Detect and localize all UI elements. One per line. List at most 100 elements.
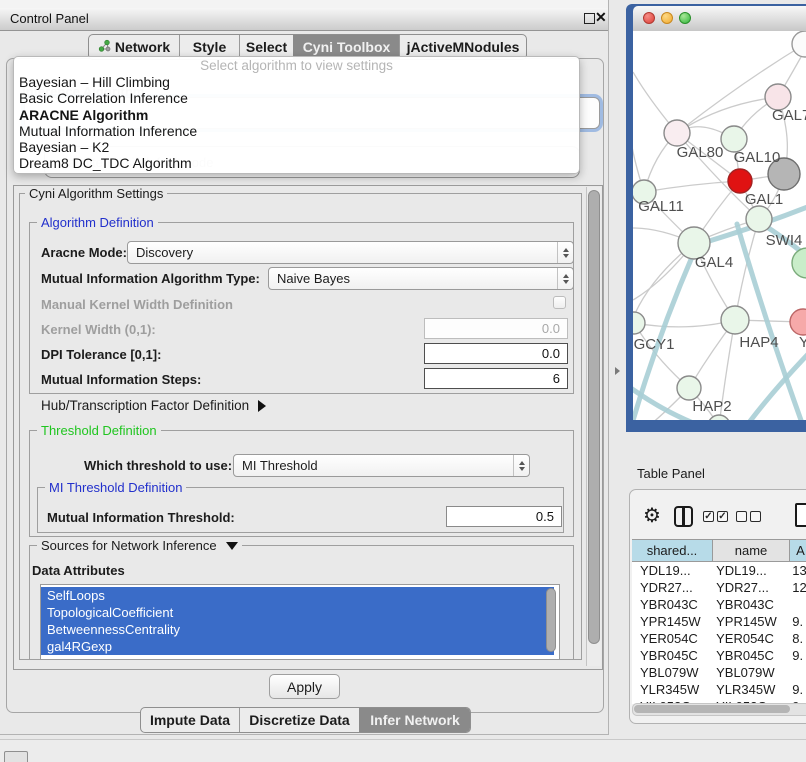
minimize-window-icon[interactable] xyxy=(661,12,673,24)
hub-section-toggle[interactable]: Hub/Transcription Factor Definition xyxy=(41,398,266,413)
table-column-header[interactable]: A xyxy=(790,539,806,562)
data-attributes-list[interactable]: SelfLoopsTopologicalCoefficientBetweenne… xyxy=(40,584,560,660)
table-column-header[interactable]: shared... xyxy=(632,539,713,562)
mit-label: Mutual Information Threshold: xyxy=(47,510,235,525)
checked-box-icon-2[interactable]: ✓ xyxy=(717,511,728,522)
algorithm-popup-item[interactable]: Dream8 DC_TDC Algorithm xyxy=(14,155,579,171)
algorithm-popup-items: Bayesian – Hill ClimbingBasic Correlatio… xyxy=(14,74,579,172)
dpi-tolerance-label: DPI Tolerance [0,1]: xyxy=(41,347,161,362)
table-body: YDL19...YDL19...13YDR27...YDR27...12YBR0… xyxy=(632,562,806,704)
cyni-settings-title: Cyni Algorithm Settings xyxy=(25,186,167,201)
control-panel: Control Panel ✕ Inference Algorithm gal-… xyxy=(0,0,609,735)
tab-label: Impute Data xyxy=(150,712,230,728)
table-cell: YLR345W xyxy=(712,682,788,697)
table-cell: YBL079W xyxy=(712,665,788,680)
table-row[interactable]: YPR145WYPR145W9. xyxy=(632,613,806,630)
manual-kernel-label: Manual Kernel Width Definition xyxy=(41,297,233,312)
svg-text:GAL80: GAL80 xyxy=(677,144,724,161)
svg-text:GAL1: GAL1 xyxy=(745,191,783,208)
unchecked-box-icon-1[interactable] xyxy=(736,511,747,522)
table-row[interactable]: YBR045CYBR045C9. xyxy=(632,647,806,664)
data-attribute-item[interactable]: BetweennessCentrality xyxy=(41,621,554,638)
apply-button[interactable]: Apply xyxy=(269,674,340,699)
control-panel-titlebar xyxy=(0,8,608,31)
bottom-tabbar: Impute Data Discretize Data Infer Network xyxy=(140,707,471,733)
table-cell: 9. xyxy=(788,614,806,629)
bottom-tab-impute-data[interactable]: Impute Data xyxy=(141,708,239,732)
bottom-strip xyxy=(0,739,806,762)
sources-title[interactable]: Sources for Network Inference xyxy=(37,538,242,553)
algorithm-popup-item[interactable]: Bayesian – K2 xyxy=(14,139,579,155)
new-table-icon[interactable] xyxy=(795,503,806,527)
mi-steps-value: 6 xyxy=(553,371,560,386)
mi-type-combobox[interactable]: Naive Bayes xyxy=(268,267,574,290)
hub-section-label: Hub/Transcription Factor Definition xyxy=(41,398,249,413)
algorithm-popup-item[interactable]: Bayesian – Hill Climbing xyxy=(14,74,579,90)
columns-icon[interactable] xyxy=(674,506,693,527)
aracne-mode-combobox[interactable]: Discovery xyxy=(127,241,574,264)
svg-text:SWI4: SWI4 xyxy=(766,232,803,249)
checked-box-icon-1[interactable]: ✓ xyxy=(703,511,714,522)
table-cell: YLR345W xyxy=(632,682,712,697)
algorithm-definition-title: Algorithm Definition xyxy=(37,215,158,230)
algorithm-popup-item[interactable]: Mutual Information Inference xyxy=(14,123,579,139)
table-row[interactable]: YLR345WYLR345W9. xyxy=(632,681,806,698)
combo-spinner-icon xyxy=(557,268,573,289)
gear-icon[interactable]: ⚙ xyxy=(643,506,661,526)
bottom-tab-infer-network[interactable]: Infer Network xyxy=(359,708,470,732)
which-threshold-combobox[interactable]: MI Threshold xyxy=(233,454,530,477)
table-cell: YDR27... xyxy=(632,580,712,595)
kernel-width-field[interactable]: 0.0 xyxy=(424,318,568,339)
table-cell: 12 xyxy=(788,580,806,595)
zoom-window-icon[interactable] xyxy=(679,12,691,24)
svg-text:GAL10: GAL10 xyxy=(734,149,781,166)
table-row[interactable]: YDR27...YDR27...12 xyxy=(632,579,806,596)
table-header-row: shared...nameA xyxy=(632,539,806,562)
table-row[interactable]: YBR043CYBR043C xyxy=(632,596,806,613)
tab-label: Cyni Toolbox xyxy=(303,39,391,55)
mit-value: 0.5 xyxy=(536,509,554,524)
svg-text:GCY1: GCY1 xyxy=(634,336,675,353)
algorithm-popup-item[interactable]: ARACNE Algorithm xyxy=(14,107,579,123)
aracne-mode-value: Discovery xyxy=(128,245,557,260)
table-row[interactable]: YDL19...YDL19...13 xyxy=(632,562,806,579)
tab-label: Discretize Data xyxy=(249,712,349,728)
table-cell: YPR145W xyxy=(632,614,712,629)
kernel-width-label: Kernel Width (0,1): xyxy=(41,322,156,337)
dpi-tolerance-field[interactable]: 0.0 xyxy=(424,343,568,364)
table-hscrollbar-thumb[interactable] xyxy=(634,705,790,713)
table-cell: 9. xyxy=(788,682,806,697)
close-panel-icon[interactable]: ✕ xyxy=(595,9,607,26)
network-window-titlebar[interactable] xyxy=(633,6,806,32)
tab-label: Style xyxy=(193,39,226,55)
mit-field[interactable]: 0.5 xyxy=(446,506,562,527)
unchecked-box-icon-2[interactable] xyxy=(750,511,761,522)
panel-top-strip xyxy=(0,0,608,8)
network-icon xyxy=(98,39,111,55)
close-window-icon[interactable] xyxy=(643,12,655,24)
settings-scrollbar-thumb[interactable] xyxy=(588,190,600,644)
kernel-width-value: 0.0 xyxy=(542,321,560,336)
float-panel-icon[interactable] xyxy=(584,13,595,24)
table-column-header[interactable]: name xyxy=(713,539,790,562)
bottom-left-icon[interactable] xyxy=(4,751,28,762)
tab-label: Infer Network xyxy=(370,712,459,728)
table-cell: YBR043C xyxy=(632,597,712,612)
list-scrollbar-thumb[interactable] xyxy=(546,588,556,652)
tab-label: Network xyxy=(115,39,170,55)
table-row[interactable]: YBL079WYBL079W xyxy=(632,664,806,681)
data-attribute-item[interactable]: gal4RGexp xyxy=(41,638,554,655)
svg-text:HAP2: HAP2 xyxy=(692,398,731,415)
mi-steps-label: Mutual Information Steps: xyxy=(41,372,201,387)
mi-steps-field[interactable]: 6 xyxy=(424,368,568,389)
table-row[interactable]: YER054CYER054C8. xyxy=(632,630,806,647)
combo-spinner-icon xyxy=(513,455,529,476)
divider-collapse-arrow[interactable] xyxy=(615,367,620,375)
data-attribute-item[interactable]: SelfLoops xyxy=(41,587,554,604)
algorithm-popup-item[interactable]: Basic Correlation Inference xyxy=(14,90,579,106)
data-attribute-item[interactable]: TopologicalCoefficient xyxy=(41,604,554,621)
bottom-tab-discretize-data[interactable]: Discretize Data xyxy=(239,708,359,732)
network-canvas[interactable]: GAL7GAL80GAL10GAL1GAL11GAL4SWI4GCY1HAP4Y… xyxy=(633,31,806,420)
manual-kernel-checkbox[interactable] xyxy=(553,296,566,309)
table-cell: YPR145W xyxy=(712,614,788,629)
